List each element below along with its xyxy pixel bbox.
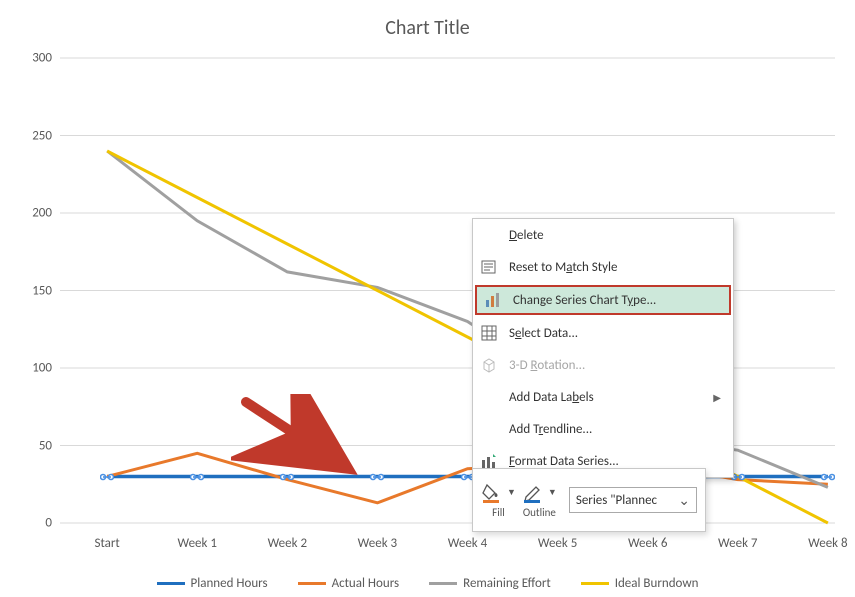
menu-item-delete[interactable]: Delete <box>473 219 733 251</box>
context-menu: Delete Reset to Match Style Change Series … <box>472 218 734 478</box>
x-tick-label: Week 3 <box>358 536 397 551</box>
submenu-arrow-icon: ▶ <box>713 391 721 404</box>
x-tick-label: Week 7 <box>718 536 757 551</box>
x-tick-label: Week 4 <box>448 536 487 551</box>
legend-label: Ideal Burndown <box>615 576 699 591</box>
legend-label: Planned Hours <box>191 576 268 591</box>
y-tick-label: 50 <box>0 438 52 453</box>
fill-bucket-icon <box>481 482 503 504</box>
menu-item-select-data[interactable]: Select Data... <box>473 317 733 349</box>
y-tick-label: 250 <box>0 128 52 143</box>
menu-item-d-rotation: 3-D Rotation... <box>473 349 733 381</box>
y-tick-label: 150 <box>0 283 52 298</box>
chevron-down-icon: ⌄ <box>678 492 690 509</box>
menu-item-add-data-labels[interactable]: Add Data Labels ▶ <box>473 381 733 413</box>
y-tick-label: 0 <box>0 516 52 531</box>
menu-item-label: Delete <box>509 228 721 243</box>
legend[interactable]: Planned Hours Actual Hours Remaining Eff… <box>0 576 855 591</box>
legend-swatch <box>157 582 185 585</box>
outline-color-swatch <box>524 500 540 503</box>
y-tick-label: 100 <box>0 361 52 376</box>
blank-icon <box>479 225 499 245</box>
blank-icon <box>479 419 499 439</box>
format-mini-toolbar: ▼ Fill ▼ Outline Series "Plannec ⌄ <box>472 468 706 532</box>
blank-icon <box>479 387 499 407</box>
menu-item-add-trendline[interactable]: Add Trendline... <box>473 413 733 445</box>
selection-handle[interactable] <box>280 472 294 482</box>
menu-item-label: 3-D Rotation... <box>509 358 721 373</box>
x-tick-label: Week 5 <box>538 536 577 551</box>
legend-item-planned[interactable]: Planned Hours <box>157 576 268 591</box>
cube-icon <box>479 355 499 375</box>
selection-handle[interactable] <box>190 472 204 482</box>
menu-item-reset-to-match-style[interactable]: Reset to Match Style <box>473 251 733 283</box>
chevron-down-icon: ▼ <box>546 487 557 498</box>
menu-item-label: Add Data Labels <box>509 390 703 405</box>
x-tick-label: Week 1 <box>177 536 216 551</box>
outline-dropdown[interactable]: ▼ Outline <box>522 482 557 519</box>
x-tick-label: Week 8 <box>808 536 847 551</box>
pen-icon <box>522 482 544 504</box>
menu-item-label: Add Trendline... <box>509 422 721 437</box>
selection-handle[interactable] <box>370 472 384 482</box>
menu-item-label: Change Series Chart Type... <box>513 293 717 308</box>
chart-bars-icon <box>483 290 503 310</box>
legend-label: Actual Hours <box>332 576 400 591</box>
legend-item-ideal[interactable]: Ideal Burndown <box>581 576 699 591</box>
menu-item-label: Reset to Match Style <box>509 260 721 275</box>
x-tick-label: Week 6 <box>628 536 667 551</box>
fill-label: Fill <box>492 506 505 519</box>
annotation-arrow <box>231 394 361 484</box>
reset-icon <box>479 257 499 277</box>
y-tick-label: 200 <box>0 206 52 221</box>
legend-swatch <box>581 582 609 585</box>
menu-item-label: Format Data Series... <box>509 454 721 469</box>
menu-item-label: Select Data... <box>509 326 721 341</box>
chevron-down-icon: ▼ <box>505 487 516 498</box>
fill-color-swatch <box>483 500 499 503</box>
series-selector-combo[interactable]: Series "Plannec ⌄ <box>569 487 697 513</box>
legend-item-remaining[interactable]: Remaining Effort <box>429 576 551 591</box>
selection-handle[interactable] <box>821 472 835 482</box>
fill-dropdown[interactable]: ▼ Fill <box>481 482 516 519</box>
grid-icon <box>479 323 499 343</box>
legend-label: Remaining Effort <box>463 576 551 591</box>
outline-label: Outline <box>523 506 556 519</box>
y-tick-label: 300 <box>0 51 52 66</box>
series-selector-text: Series "Plannec <box>576 493 657 508</box>
legend-swatch <box>429 582 457 585</box>
selection-handle[interactable] <box>100 472 114 482</box>
legend-swatch <box>298 582 326 585</box>
x-tick-label: Start <box>94 536 119 551</box>
x-tick-label: Week 2 <box>268 536 307 551</box>
menu-item-change-series-chart-type[interactable]: Change Series Chart Type... <box>475 285 731 315</box>
legend-item-actual[interactable]: Actual Hours <box>298 576 400 591</box>
